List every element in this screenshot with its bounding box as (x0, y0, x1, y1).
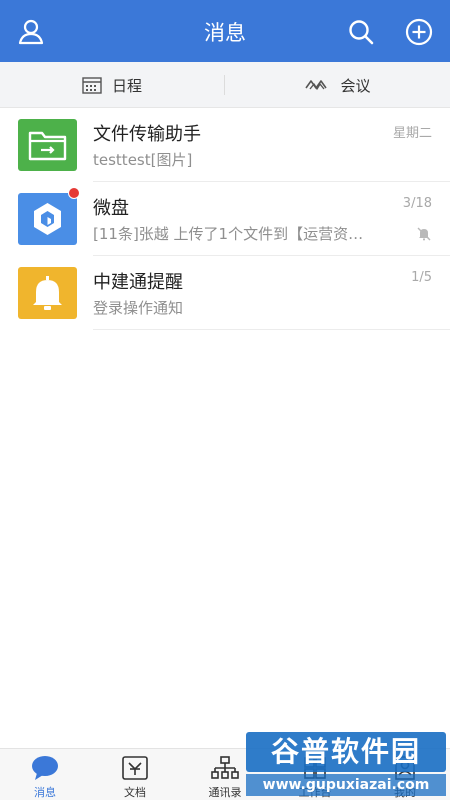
conversation-row[interactable]: 中建通提醒 登录操作通知 1/5 (0, 256, 450, 330)
chat-bubble-icon (32, 756, 58, 780)
conversation-preview: [11条]张越 上传了1个文件到【运营资料】 (93, 225, 373, 243)
schedule-button[interactable]: 日程 (0, 62, 224, 108)
conversation-title: 微盘 (93, 198, 129, 219)
watermark-url: www.gupuxiazai.com (246, 774, 446, 796)
conversation-time: 3/18 (402, 196, 432, 211)
conversation-title: 文件传输助手 (93, 124, 201, 145)
bell-avatar (18, 267, 77, 319)
tab-documents[interactable]: 文档 (90, 749, 180, 800)
conversation-title: 中建通提醒 (93, 272, 183, 293)
cube-avatar (18, 193, 77, 245)
mute-bell-icon (417, 227, 431, 241)
unread-badge (68, 187, 80, 199)
conversation-time: 1/5 (411, 270, 432, 285)
watermark-title: 谷普软件园 (246, 732, 446, 772)
add-icon[interactable] (404, 17, 434, 47)
conversation-preview: 登录操作通知 (93, 299, 184, 317)
meeting-button[interactable]: 会议 (225, 62, 450, 108)
tab-label: 消息 (34, 786, 56, 799)
cube-icon (34, 203, 61, 235)
conversation-list: 文件传输助手 testtest[图片] 星期二 微盘 [11条]张越 上传了1个… (0, 108, 450, 330)
bell-icon (33, 276, 62, 310)
org-chart-icon (211, 756, 239, 779)
row-divider (93, 329, 450, 330)
conversation-preview: testtest[图片] (93, 151, 193, 169)
schedule-label: 日程 (111, 76, 142, 95)
meeting-label: 会议 (340, 76, 371, 95)
sub-nav: 日程 会议 (0, 62, 450, 108)
conversation-row[interactable]: 文件传输助手 testtest[图片] 星期二 (0, 108, 450, 182)
page-title: 消息 (204, 21, 246, 45)
calendar-icon (82, 77, 102, 94)
conversation-row[interactable]: 微盘 [11条]张越 上传了1个文件到【运营资料】 3/18 (0, 182, 450, 256)
search-icon[interactable] (346, 17, 376, 47)
watermark: 谷普软件园 www.gupuxiazai.com (246, 728, 446, 798)
tab-label: 文档 (124, 786, 146, 799)
document-icon (122, 756, 148, 780)
meeting-icon (305, 80, 328, 90)
app-header: 消息 (0, 0, 450, 62)
conversation-time: 星期二 (392, 126, 432, 141)
folder-avatar (18, 119, 77, 171)
tab-messages[interactable]: 消息 (0, 749, 90, 800)
folder-icon (28, 131, 67, 161)
